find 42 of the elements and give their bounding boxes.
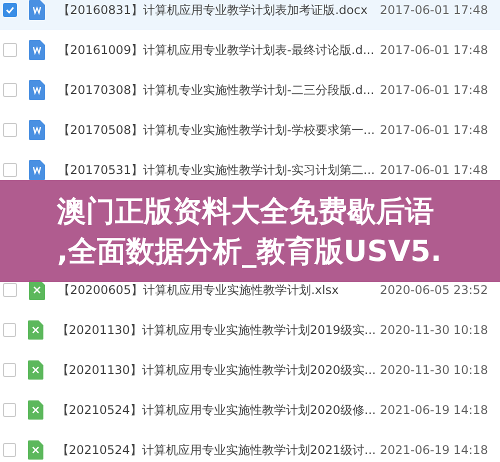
modified-date: 2017-06-01 17:48 [378, 162, 488, 179]
checkbox[interactable] [3, 403, 16, 417]
file-name[interactable]: 【20161009】计算机应用专业教学计划表-最终讨论版.d... [58, 43, 374, 57]
checkbox[interactable] [3, 123, 17, 137]
checkbox[interactable] [3, 363, 16, 377]
spreadsheet-icon [28, 360, 44, 380]
banner-text: 澳门正版资料大全免费歇后语 [57, 193, 434, 230]
check-icon [5, 5, 15, 15]
modified-date: 2017-06-01 17:48 [378, 42, 488, 59]
file-name[interactable]: 【20201130】计算机应用专业实施性教学计划2019级实... [56, 323, 376, 337]
modified-date: 2017-06-01 17:48 [378, 122, 488, 139]
banner-text: ,全面数据分析_教育版USV5. [57, 233, 442, 270]
word-document-icon [29, 40, 45, 60]
modified-date: 2021-06-19 14:18 [378, 442, 488, 459]
checkbox[interactable] [3, 283, 17, 297]
checkbox[interactable] [3, 3, 17, 17]
modified-date: 2020-11-30 10:18 [378, 322, 488, 339]
word-document-icon [29, 120, 45, 140]
modified-date: 2021-06-19 14:18 [378, 402, 488, 419]
word-document-icon [29, 0, 45, 20]
modified-date: 2017-06-01 17:48 [378, 82, 488, 99]
file-name[interactable]: 【20200605】计算机应用专业实施性教学计划.xlsx [58, 283, 339, 297]
modified-date: 2020-06-05 23:52 [378, 282, 488, 299]
file-name[interactable]: 【20170531】计算机专业实施性教学计划-实习计划第二... [58, 163, 375, 177]
checkbox[interactable] [3, 43, 17, 57]
checkbox[interactable] [3, 83, 17, 97]
file-name[interactable]: 【20170308】计算机专业实施性教学计划-二三分段版.d... [58, 83, 374, 97]
file-name[interactable]: 【20160831】计算机应用专业教学计划表加考证版.docx [58, 3, 368, 17]
spreadsheet-icon [28, 400, 44, 420]
checkbox[interactable] [3, 163, 17, 177]
spreadsheet-icon [28, 320, 44, 340]
word-document-icon [29, 80, 45, 100]
file-name[interactable]: 【20201130】计算机应用专业实施性教学计划2020级实... [56, 363, 376, 377]
file-name[interactable]: 【20170508】计算机专业实施性教学计划-学校要求第一... [58, 123, 375, 137]
checkbox[interactable] [3, 443, 16, 457]
file-name[interactable]: 【20210524】计算机应用专业实施性教学计划2021级讨... [56, 443, 376, 457]
modified-date: 2017-06-01 17:48 [378, 2, 488, 19]
word-document-icon [29, 160, 45, 180]
file-name[interactable]: 【20210524】计算机应用专业实施性教学计划2020级修... [56, 403, 376, 417]
modified-date: 2020-11-30 10:18 [378, 362, 488, 379]
spreadsheet-icon [29, 280, 45, 300]
checkbox[interactable] [3, 323, 16, 337]
